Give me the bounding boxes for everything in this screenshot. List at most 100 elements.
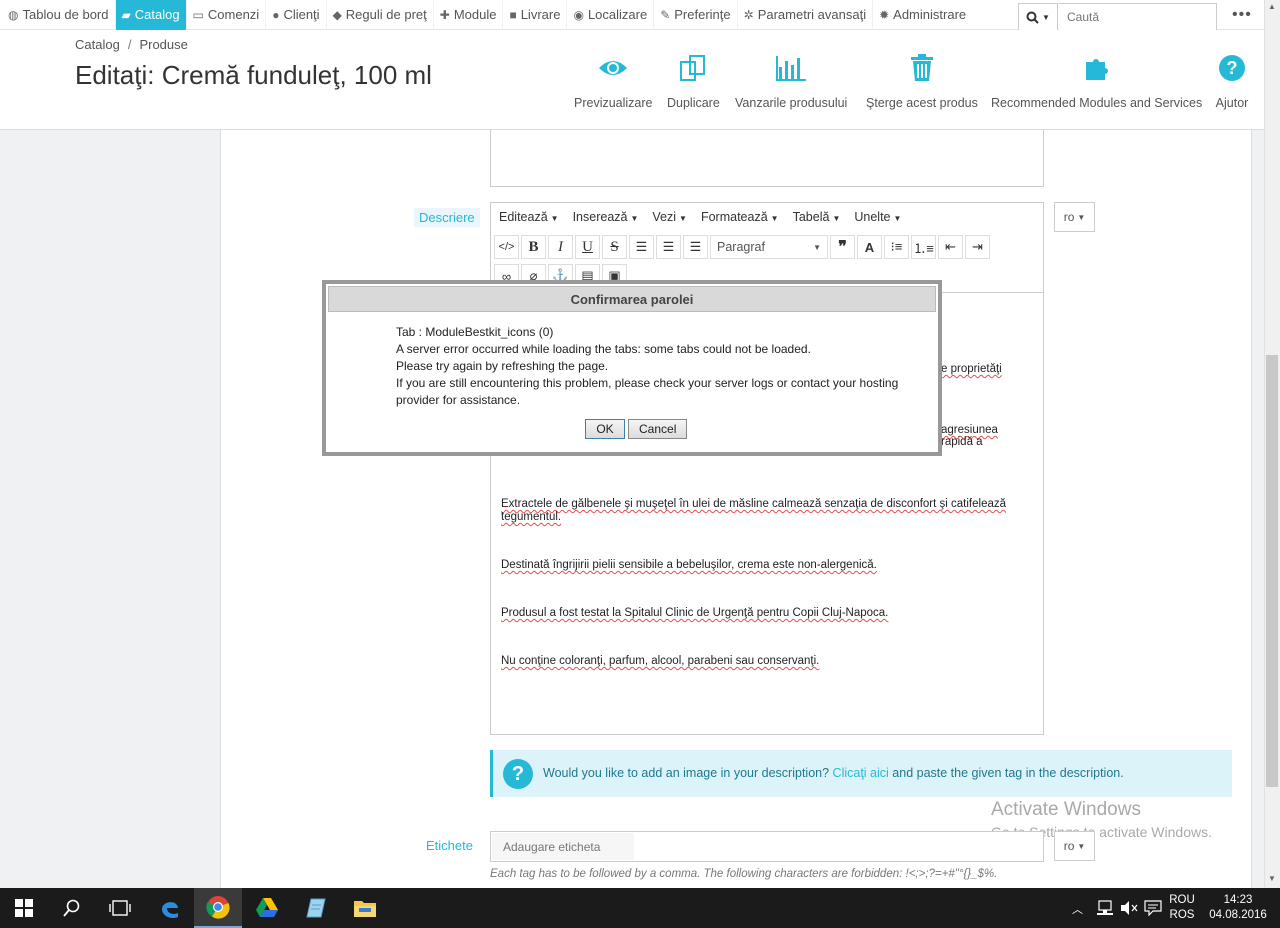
windows-logo-icon (15, 899, 33, 917)
task-view-button[interactable] (96, 888, 144, 928)
source-code-button[interactable]: </> (494, 235, 519, 259)
duplicate-button[interactable]: Duplicare (667, 52, 720, 110)
breadcrumb-catalog[interactable]: Catalog (75, 37, 120, 52)
editor-toolbar-row-1: </> B I U S ☰ ☰ ☰ Paragraf ▼ ❞ A ⁝≡ ⒈≡ ⇤ … (494, 234, 992, 260)
scroll-up-arrow-icon[interactable]: ▲ (1268, 2, 1276, 11)
start-button[interactable] (0, 888, 48, 928)
copy-icon (680, 55, 706, 81)
input-language-indicator[interactable]: ROU ROS (1166, 893, 1198, 923)
page-title: Editaţi: Cremă funduleţ, 100 ml (75, 60, 432, 90)
nav-preferences[interactable]: ✎ Preferinţe (654, 0, 738, 30)
question-circle-icon: ? (503, 759, 533, 789)
dialog-line-1: Tab : ModuleBestkit_icons (0) (396, 325, 554, 339)
menu-edit[interactable]: Editează ▼ (499, 210, 559, 224)
paragraph-1-tail: e proprietăţi (941, 363, 1002, 375)
underline-button[interactable]: U (575, 235, 600, 259)
bold-button[interactable]: B (521, 235, 546, 259)
search-type-dropdown[interactable]: ▼ (1018, 3, 1058, 31)
taskbar-search-button[interactable] (48, 888, 96, 928)
wrench-icon: ✎ (660, 7, 671, 22)
volume-muted-icon[interactable] (1120, 900, 1138, 919)
network-icon[interactable] (1096, 900, 1114, 919)
align-left-button[interactable]: ☰ (629, 235, 654, 259)
folder-icon (354, 901, 376, 917)
google-drive-icon (256, 898, 278, 917)
paragraph-5: Produsul a fost testat la Spitalul Clini… (501, 607, 889, 619)
nav-customers[interactable]: ● Clienţi (266, 0, 327, 30)
book-icon: ▰ (121, 7, 131, 22)
help-button[interactable]: ? Ajutor (1215, 52, 1249, 110)
tags-help-text: Each tag has to be followed by a comma. … (490, 868, 998, 880)
menu-tools[interactable]: Unelte ▼ (854, 210, 901, 224)
menu-view[interactable]: Vezi ▼ (652, 210, 687, 224)
edge-taskbar-button[interactable] (146, 888, 194, 928)
nav-orders[interactable]: ▭ Comenzi (187, 0, 267, 30)
caret-down-icon: ▼ (1042, 12, 1050, 22)
block-format-select[interactable]: Paragraf ▼ (710, 235, 828, 259)
preview-button[interactable]: Previzualizare (574, 52, 653, 110)
nav-modules[interactable]: ✚ Module (434, 0, 504, 30)
credit-card-icon: ▭ (192, 7, 204, 22)
tags-input[interactable]: Adaugare eticheta (490, 831, 1044, 862)
nav-price-rules[interactable]: ◆ Reguli de preţ (327, 0, 434, 30)
globe-icon: ◉ (573, 7, 584, 22)
bar-chart-icon (776, 56, 807, 81)
dialog-line-4: If you are still encountering this probl… (396, 376, 899, 407)
users-icon: ● (272, 7, 280, 22)
click-here-link[interactable]: Clicaţi aici (833, 766, 889, 780)
nav-administration[interactable]: ✹ Administrare (873, 0, 972, 30)
menu-insert[interactable]: Inserează ▼ (573, 210, 639, 224)
strikethrough-button[interactable]: S (602, 235, 627, 259)
dialog-title: Confirmarea parolei (328, 286, 936, 312)
file-explorer-taskbar-button[interactable] (341, 888, 389, 928)
summary-editor-bottom[interactable] (490, 130, 1044, 187)
ok-button[interactable]: OK (585, 419, 625, 439)
puzzle-icon: ✚ (439, 7, 450, 22)
paragraph-3: Extractele de gălbenele şi muşeţel în ul… (501, 498, 1007, 523)
blockquote-button[interactable]: ❞ (830, 235, 855, 259)
scrollbar-thumb[interactable] (1266, 355, 1278, 787)
recommended-modules-button[interactable]: Recommended Modules and Services (991, 52, 1202, 110)
notifications-icon[interactable] (1144, 900, 1162, 919)
italic-button[interactable]: I (548, 235, 573, 259)
nav-advanced[interactable]: ✲ Parametri avansaţi (738, 0, 874, 30)
outdent-button[interactable]: ⇤ (938, 235, 963, 259)
windows-taskbar: ︿ ROU ROS 14:23 04.08.2016 (0, 888, 1280, 928)
chrome-icon (206, 896, 230, 919)
align-center-button[interactable]: ☰ (656, 235, 681, 259)
paragraph-2-tail-b: rapidă a (941, 436, 983, 448)
nav-catalog[interactable]: ▰ Catalog (115, 0, 187, 30)
scroll-down-arrow-icon[interactable]: ▼ (1268, 874, 1276, 883)
nav-dashboard[interactable]: ◍ Tablou de bord (0, 0, 116, 30)
align-right-button[interactable]: ☰ (683, 235, 708, 259)
info-message: Would you like to add an image in your d… (543, 766, 1124, 780)
truck-icon: ■ (509, 7, 517, 22)
search-input[interactable] (1059, 3, 1217, 31)
cancel-button[interactable]: Cancel (628, 419, 688, 439)
tray-chevron-up-icon[interactable]: ︿ (1072, 901, 1083, 917)
editor-menubar: Editează ▼ Inserează ▼ Vezi ▼ Formatează ▼ T… (491, 203, 1043, 231)
indent-button[interactable]: ⇥ (965, 235, 990, 259)
tags-language-dropdown[interactable]: ro ▼ (1054, 831, 1095, 861)
nav-localization[interactable]: ◉ Localizare (567, 0, 655, 30)
dialog-message: Tab : ModuleBestkit_icons (0) A server e… (396, 324, 936, 409)
delete-product-button[interactable]: Şterge acest produs (866, 52, 978, 110)
text-color-button[interactable]: A (857, 235, 882, 259)
taskbar-clock[interactable]: 14:23 04.08.2016 (1206, 893, 1270, 923)
menu-table[interactable]: Tabelă ▼ (793, 210, 841, 224)
notepad-icon (306, 898, 326, 918)
numbered-list-button[interactable]: ⒈≡ (911, 235, 936, 259)
breadcrumb-products[interactable]: Produse (139, 37, 187, 52)
notepad-taskbar-button[interactable] (292, 888, 340, 928)
dialog-line-3: Please try again by refreshing the page. (396, 359, 609, 373)
menu-format[interactable]: Formatează ▼ (701, 210, 779, 224)
puzzle-icon (1085, 59, 1108, 80)
bullet-list-button[interactable]: ⁝≡ (884, 235, 909, 259)
description-language-dropdown[interactable]: ro ▼ (1054, 202, 1095, 232)
drive-taskbar-button[interactable] (243, 888, 291, 928)
paragraph-6: Nu conţine coloranţi, parfum, alcool, pa… (501, 655, 820, 667)
chrome-taskbar-button[interactable] (194, 888, 242, 928)
nav-shipping[interactable]: ■ Livrare (503, 0, 568, 30)
product-sales-button[interactable]: Vanzarile produsului (735, 52, 847, 110)
more-menu-icon[interactable]: ••• (1232, 6, 1252, 24)
